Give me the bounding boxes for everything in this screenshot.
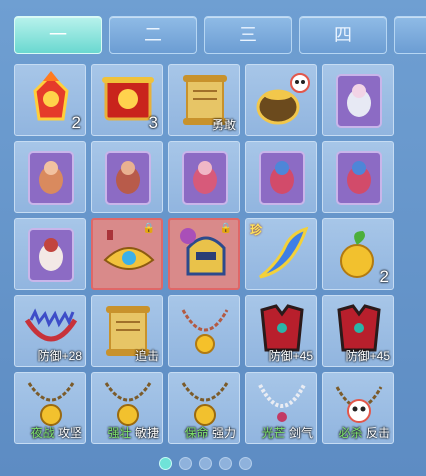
page-dot-1[interactable] — [159, 457, 172, 470]
item-count: 2 — [71, 113, 81, 132]
inventory-slot[interactable]: 勇敢 — [168, 64, 240, 136]
inventory-slot[interactable] — [322, 141, 394, 213]
tab-bar: 一 二 三 四 — [0, 16, 426, 56]
page-indicator — [0, 457, 426, 471]
inventory-slot[interactable] — [245, 64, 317, 136]
inventory-slot[interactable] — [168, 295, 240, 367]
item-label: 必杀 反击 — [338, 426, 390, 440]
item-label: 防御+28 — [37, 349, 82, 363]
tab-2[interactable]: 二 — [109, 16, 197, 54]
item-label: 防御+45 — [268, 349, 313, 363]
amulet-necklace-icon — [181, 309, 229, 354]
item-label: 追击 — [134, 349, 159, 363]
inventory-slot-locked[interactable]: 🔒 — [91, 218, 163, 290]
inventory-slot[interactable]: 防御+45 — [322, 295, 394, 367]
page-dot-3[interactable] — [199, 457, 212, 470]
rare-badge: 珍 — [250, 223, 263, 237]
pet-card-icon — [336, 151, 382, 205]
page-dot-4[interactable] — [219, 457, 232, 470]
pet-card-icon — [28, 151, 74, 205]
inventory-slot[interactable]: 珍 — [245, 218, 317, 290]
inventory-slot[interactable] — [322, 64, 394, 136]
item-label: 强壮 敏捷 — [107, 426, 159, 440]
item-count: 3 — [148, 113, 158, 132]
inventory-slot[interactable]: 强壮 敏捷 — [91, 372, 163, 444]
pet-card-icon — [336, 74, 382, 128]
inventory-slot[interactable] — [91, 141, 163, 213]
inventory-slot[interactable]: 必杀 反击 — [322, 372, 394, 444]
tab-1[interactable]: 一 — [14, 16, 102, 54]
inventory-slot-locked[interactable]: 🔒 — [168, 218, 240, 290]
item-count: 2 — [379, 267, 389, 286]
inventory-slot[interactable]: 防御+45 — [245, 295, 317, 367]
inventory-slot[interactable] — [245, 141, 317, 213]
tab-4[interactable]: 四 — [299, 16, 387, 54]
pet-card-icon — [28, 228, 74, 282]
inventory-slot[interactable]: 2 — [322, 218, 394, 290]
tab-5-partial[interactable] — [394, 16, 426, 54]
inventory-slot[interactable]: 3 — [91, 64, 163, 136]
pet-card-icon — [259, 151, 305, 205]
item-label: 保命 强力 — [184, 426, 236, 440]
tab-3[interactable]: 三 — [204, 16, 292, 54]
inventory-slot[interactable]: 保命 强力 — [168, 372, 240, 444]
inventory-slot[interactable] — [168, 141, 240, 213]
inventory-slot[interactable]: 2 — [14, 64, 86, 136]
treasure-pot-icon — [256, 73, 310, 125]
inventory-slot[interactable] — [14, 141, 86, 213]
item-label: 防御+45 — [345, 349, 390, 363]
inventory-grid: 2 3 勇敢 🔒 🔒 珍 2 防御+28 追击 防御+45 防御+45 夜战 攻… — [14, 64, 397, 445]
lock-icon: 🔒 — [219, 223, 232, 234]
lock-icon: 🔒 — [142, 223, 155, 234]
inventory-slot[interactable] — [14, 218, 86, 290]
item-label: 勇敢 — [211, 118, 236, 132]
item-label: 夜战 攻坚 — [30, 426, 82, 440]
inventory-slot[interactable]: 夜战 攻坚 — [14, 372, 86, 444]
inventory-slot[interactable]: 光芒 剑气 — [245, 372, 317, 444]
pet-card-icon — [182, 151, 228, 205]
pet-card-icon — [105, 151, 151, 205]
item-label: 光芒 剑气 — [261, 426, 313, 440]
page-dot-5[interactable] — [239, 457, 252, 470]
page-dot-2[interactable] — [179, 457, 192, 470]
inventory-slot[interactable]: 追击 — [91, 295, 163, 367]
inventory-slot[interactable]: 防御+28 — [14, 295, 86, 367]
